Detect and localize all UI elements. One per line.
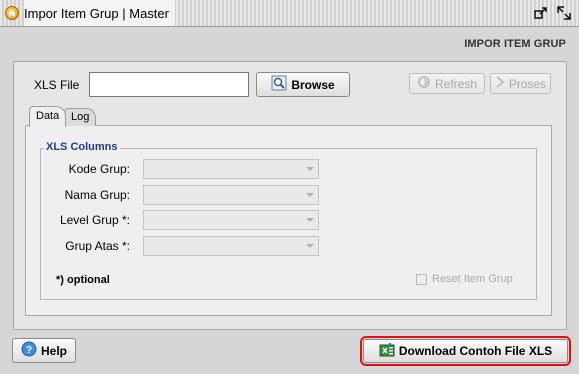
level-grup-select[interactable] <box>143 210 319 230</box>
proses-button[interactable]: Proses <box>490 73 551 94</box>
magnifier-icon <box>271 75 287 94</box>
browse-button[interactable]: Browse <box>256 72 350 97</box>
help-label: Help <box>40 343 67 358</box>
nama-grup-select[interactable] <box>143 185 319 205</box>
refresh-icon <box>417 75 431 92</box>
chevron-down-icon <box>306 167 314 171</box>
window-title: Impor Item Grup | Master <box>24 0 175 26</box>
refresh-button[interactable]: Refresh <box>409 73 485 94</box>
help-icon: ? <box>21 341 37 360</box>
reset-item-grup-label: Reset Item Grup <box>432 273 513 285</box>
kode-grup-label: Kode Grup: <box>68 162 130 176</box>
maximize-icon[interactable] <box>554 3 574 23</box>
xls-file-input[interactable] <box>89 72 249 97</box>
xls-file-label: XLS File <box>34 78 80 92</box>
page-title: IMPOR ITEM GRUP <box>464 38 566 50</box>
nama-grup-label: Nama Grup: <box>64 188 130 202</box>
tab-data[interactable]: Data <box>29 106 67 127</box>
window-titlebar: Impor Item Grup | Master <box>0 0 579 27</box>
restore-icon[interactable] <box>531 3 551 23</box>
chevron-right-icon <box>495 76 505 91</box>
excel-download-icon <box>379 342 395 360</box>
chevron-down-icon <box>306 193 314 197</box>
grup-atas-label: Grup Atas *: <box>65 239 130 253</box>
help-button[interactable]: ? Help <box>12 338 76 363</box>
proses-label: Proses <box>508 76 547 91</box>
optional-note: *) optional <box>56 274 110 286</box>
kode-grup-select[interactable] <box>143 159 319 179</box>
download-sample-xls-label: Download Contoh File XLS <box>398 344 553 358</box>
xls-columns-legend: XLS Columns <box>44 141 120 153</box>
chevron-down-icon <box>306 244 314 248</box>
chevron-down-icon <box>306 218 314 222</box>
download-sample-xls-button[interactable]: Download Contoh File XLS <box>360 336 571 366</box>
grup-atas-select[interactable] <box>143 236 319 256</box>
tab-log[interactable]: Log <box>64 108 97 126</box>
browse-label: Browse <box>291 77 335 92</box>
svg-text:?: ? <box>26 345 32 356</box>
app-chevron-icon <box>5 6 19 20</box>
refresh-label: Refresh <box>434 76 478 91</box>
reset-item-grup-checkbox[interactable] <box>416 274 427 285</box>
level-grup-label: Level Grup *: <box>59 213 130 227</box>
